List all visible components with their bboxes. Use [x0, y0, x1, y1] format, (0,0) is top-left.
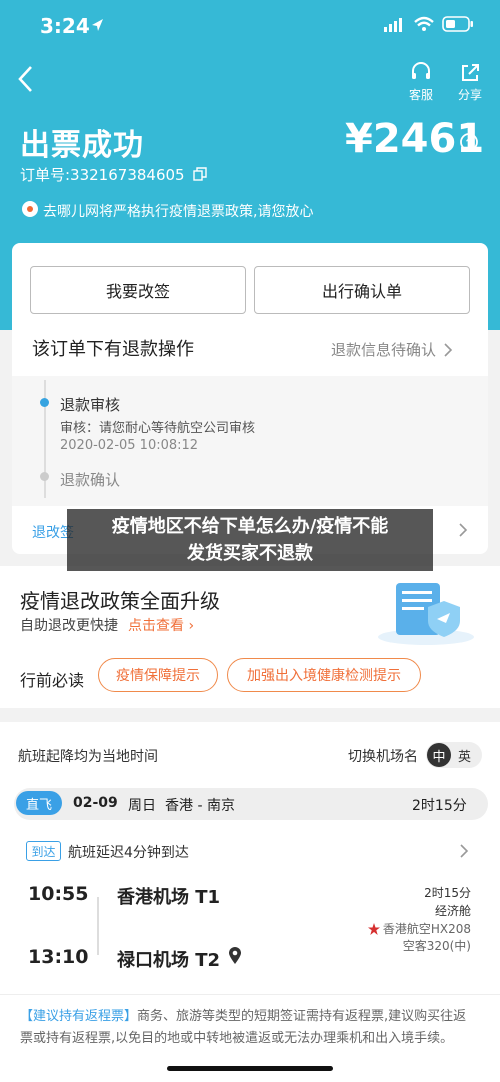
trip-confirmation-button[interactable]: 出行确认单	[254, 266, 470, 314]
must-read-label: 行前必读	[20, 671, 85, 690]
timeline-dot-active	[40, 398, 49, 407]
departure-time: 10:55	[28, 883, 89, 905]
epidemic-tip-button[interactable]: 疫情保障提示	[98, 658, 218, 692]
delay-note: 航班延迟4分钟到达	[68, 845, 189, 861]
cabin-class: 经济舱	[434, 904, 471, 918]
step1-detail: 审核：请您耐心等待航空公司审核	[60, 421, 256, 436]
return-ticket-advice: 【建议持有返程票】商务、旅游等类型的短期签证需持有返程票,建议购买往返票或持有返…	[20, 1006, 478, 1050]
customer-service-button[interactable]: 客服	[403, 62, 439, 103]
airline-info: 香港航空HX208	[367, 920, 471, 937]
chevron-right-icon	[444, 342, 453, 357]
flight-date: 02-09	[73, 795, 118, 811]
airline-label: 香港航空HX208	[382, 922, 471, 936]
status-bar: 3:24	[0, 0, 500, 52]
arrival-badge: 到达	[26, 841, 61, 861]
timeline-dot-pending	[40, 472, 49, 481]
refund-heading: 该订单下有退款操作	[32, 339, 194, 360]
notice-badge-icon	[22, 201, 38, 217]
svg-text:?: ?	[466, 138, 473, 150]
policy-view-label: 点击查看	[128, 618, 184, 634]
watermark-line2: 发货买家不退款	[187, 543, 313, 564]
hong-kong-airlines-logo-icon	[367, 922, 380, 935]
share-icon	[462, 64, 479, 81]
wifi-icon	[414, 16, 434, 31]
battery-icon	[442, 16, 473, 32]
step1-time: 2020-02-05 10:08:12	[60, 438, 199, 453]
location-arrow-icon	[92, 19, 103, 31]
info-icon[interactable]: ?	[459, 132, 479, 152]
language-toggle[interactable]: 中 英	[426, 742, 482, 768]
change-ticket-button[interactable]: 我要改签	[30, 266, 246, 314]
local-time-note: 航班起降均为当地时间	[18, 749, 158, 765]
refund-status-link[interactable]: 退款信息待确认	[331, 339, 456, 360]
lang-en-option[interactable]: 英	[458, 746, 471, 765]
route-line	[97, 897, 99, 955]
health-check-tip-button[interactable]: 加强出入境健康检测提示	[227, 658, 421, 692]
divider	[0, 994, 500, 995]
cellular-signal-icon	[384, 18, 402, 32]
watermark-line1: 疫情地区不给下单怎么办/疫情不能	[111, 516, 389, 537]
departure-airport: 香港机场 T1	[117, 887, 221, 908]
home-indicator[interactable]	[167, 1066, 333, 1071]
refund-status-label: 退款信息待确认	[331, 341, 437, 359]
duration-small: 2时15分	[424, 886, 471, 900]
share-button[interactable]: 分享	[452, 62, 488, 103]
arrival-time: 13:10	[28, 946, 89, 968]
arrival-airport: 禄口机场 T2	[117, 950, 221, 971]
policy-illustration-icon	[378, 583, 474, 645]
step2-title: 退款确认	[60, 471, 121, 489]
headset-icon	[412, 62, 430, 79]
flight-route: 香港 - 南京	[165, 798, 235, 814]
chevron-right-icon[interactable]	[457, 843, 471, 859]
order-number: 订单号:332167384605	[20, 166, 185, 184]
policy-subtitle: 自助退改更快捷	[20, 618, 118, 634]
flight-duration: 2时15分	[412, 798, 467, 814]
location-pin-icon[interactable]	[228, 947, 242, 965]
refund-policy-notice[interactable]: 去哪儿网将严格执行疫情退票政策,请您放心	[43, 201, 313, 221]
advice-label: 【建议持有返程票】	[20, 1009, 138, 1024]
switch-airport-label: 切换机场名	[348, 749, 418, 765]
policy-title: 疫情退改政策全面升级	[20, 589, 220, 613]
copy-icon[interactable]	[193, 167, 207, 181]
watermark-caption: 疫情地区不给下单怎么办/疫情不能 发货买家不退款	[67, 509, 433, 571]
customer-service-label: 客服	[408, 88, 433, 102]
lang-zh-option[interactable]: 中	[427, 743, 451, 767]
back-arrow-icon[interactable]	[14, 64, 38, 94]
step1-title: 退款审核	[60, 396, 121, 414]
status-time: 3:24	[40, 14, 90, 38]
aircraft-type: 空客320(中)	[402, 939, 471, 953]
chevron-right-icon[interactable]	[456, 522, 470, 538]
flight-weekday: 周日	[128, 798, 156, 814]
policy-view-link[interactable]: 点击查看 ›	[128, 615, 194, 635]
page-title: 出票成功	[20, 128, 144, 163]
share-label: 分享	[457, 88, 482, 102]
direct-badge: 直飞	[16, 791, 62, 815]
